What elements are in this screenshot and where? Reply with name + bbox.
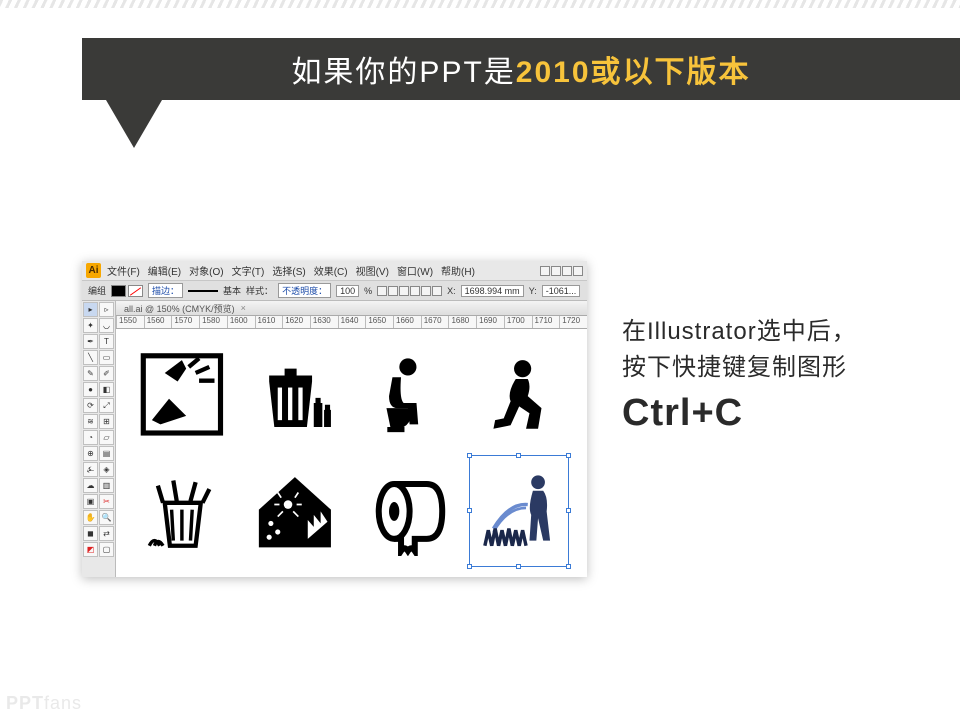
keyboard-shortcut: Ctrl+C	[622, 392, 960, 435]
zoom-tool-icon[interactable]: 🔍	[99, 510, 114, 525]
document-tab-label: all.ai @ 150% (CMYK/预览)	[124, 302, 235, 315]
horizontal-ruler: 1550156015701580160016101620163016401650…	[116, 316, 587, 329]
instruction-line-1: 在Illustrator选中后，	[622, 314, 960, 350]
mesh-tool-icon[interactable]: ⊕	[83, 446, 98, 461]
illustrator-menu-bar: Ai 文件(F) 编辑(E) 对象(O) 文字(T) 选择(S) 效果(C) 视…	[82, 261, 587, 281]
title-highlight: 2010或以下版本	[516, 56, 751, 89]
line-tool-icon[interactable]: ╲	[83, 350, 98, 365]
illustrator-logo-icon: Ai	[86, 263, 101, 278]
wand-tool-icon[interactable]: ✦	[83, 318, 98, 333]
graph-tool-icon[interactable]: ▥	[99, 478, 114, 493]
menu-select[interactable]: 选择(S)	[270, 263, 307, 278]
document-tab[interactable]: all.ai @ 150% (CMYK/预览) ×	[116, 301, 587, 316]
style-label: 样式：	[246, 284, 273, 297]
art-house-spider-icon[interactable]	[241, 456, 348, 567]
hand-tool-icon[interactable]: ✋	[83, 510, 98, 525]
watermark: PPTFans	[6, 693, 82, 714]
direct-select-tool-icon[interactable]: ▹	[99, 302, 114, 317]
align-icons[interactable]	[377, 286, 442, 296]
watermark-brand: PPT	[6, 693, 44, 713]
pencil-tool-icon[interactable]: ✐	[99, 366, 114, 381]
stroke-swatch-icon[interactable]	[128, 285, 143, 297]
art-toilet-paper-icon[interactable]	[355, 456, 462, 567]
perspective-tool-icon[interactable]: ▱	[99, 430, 114, 445]
rotate-tool-icon[interactable]: ⟳	[83, 398, 98, 413]
close-tab-icon[interactable]: ×	[241, 303, 246, 313]
art-trash-bottles-icon[interactable]	[241, 339, 348, 450]
basic-label: 基本	[223, 284, 241, 297]
illustrator-canvas	[116, 329, 587, 577]
blend-tool-icon[interactable]: ◈	[99, 462, 114, 477]
stroke-preview-icon	[188, 290, 218, 292]
slice-tool-icon[interactable]: ✂	[99, 494, 114, 509]
artboard-tool-icon[interactable]: ▣	[83, 494, 98, 509]
percent: %	[364, 286, 372, 296]
eraser-tool-icon[interactable]: ◧	[99, 382, 114, 397]
menu-help[interactable]: 帮助(H)	[439, 263, 477, 278]
lasso-tool-icon[interactable]: ◡	[99, 318, 114, 333]
menu-effect[interactable]: 效果(C)	[312, 263, 350, 278]
eyedropper-tool-icon[interactable]: ⍼	[83, 462, 98, 477]
menu-window[interactable]: 窗口(W)	[395, 263, 435, 278]
pen-tool-icon[interactable]: ✒	[83, 334, 98, 349]
title-bar: 如果你的PPT是2010或以下版本	[82, 38, 960, 100]
illustrator-toolbox[interactable]: ▸▹ ✦◡ ✒T ╲▭ ✎✐ ●◧ ⟳⤢ ≋⊞ ◔▱ ⊕▤ ⍼◈ ☁▥ ▣✂ ✋…	[82, 301, 116, 577]
watermark-suffix: Fans	[44, 693, 82, 713]
title-prefix: 如果你的PPT是	[291, 56, 515, 89]
art-squatting-icon[interactable]	[468, 339, 575, 450]
free-transform-tool-icon[interactable]: ⊞	[99, 414, 114, 429]
color-icon[interactable]: ◩	[83, 542, 98, 557]
title-arrow-icon	[106, 100, 162, 148]
illustrator-screenshot: Ai 文件(F) 编辑(E) 对象(O) 文字(T) 选择(S) 效果(C) 视…	[82, 261, 587, 577]
fill-swatch-icon[interactable]	[111, 285, 126, 297]
stroke-label[interactable]: 描边：	[148, 283, 183, 298]
x-value: 1698.994 mm	[461, 285, 524, 297]
fill-stroke-icon[interactable]: ◼	[83, 526, 98, 541]
y-value: -1061...	[542, 285, 581, 297]
menu-quick-icons	[540, 266, 583, 276]
brush-tool-icon[interactable]: ✎	[83, 366, 98, 381]
illustrator-options-bar: 编组 描边： 基本 样式： 不透明度： 100 % X: 1698.994 mm…	[82, 281, 587, 301]
menu-file[interactable]: 文件(F)	[105, 263, 142, 278]
gradient-tool-icon[interactable]: ▤	[99, 446, 114, 461]
rect-tool-icon[interactable]: ▭	[99, 350, 114, 365]
menu-type[interactable]: 文字(T)	[230, 263, 267, 278]
opacity-label[interactable]: 不透明度：	[278, 283, 331, 298]
instruction-line-2: 按下快捷键复制图形	[622, 350, 960, 386]
y-label: Y:	[529, 286, 537, 296]
shape-builder-tool-icon[interactable]: ◔	[83, 430, 98, 445]
type-tool-icon[interactable]: T	[99, 334, 114, 349]
opacity-value[interactable]: 100	[336, 285, 359, 297]
art-toilet-sitting-icon[interactable]	[355, 339, 462, 450]
screen-mode-icon[interactable]: ▢	[99, 542, 114, 557]
blob-tool-icon[interactable]: ●	[83, 382, 98, 397]
selection-bounding-box[interactable]	[469, 455, 569, 567]
swap-fill-icon[interactable]: ⇄	[99, 526, 114, 541]
menu-edit[interactable]: 编辑(E)	[146, 263, 183, 278]
art-shoe-hand-icon[interactable]	[128, 339, 235, 450]
instruction-block: 在Illustrator选中后， 按下快捷键复制图形 Ctrl+C	[622, 314, 960, 435]
menu-object[interactable]: 对象(O)	[187, 263, 225, 278]
selection-tool-icon[interactable]: ▸	[83, 302, 98, 317]
menu-view[interactable]: 视图(V)	[354, 263, 391, 278]
symbol-tool-icon[interactable]: ☁	[83, 478, 98, 493]
art-trash-peel-icon[interactable]	[128, 456, 235, 567]
scale-tool-icon[interactable]: ⤢	[99, 398, 114, 413]
x-label: X:	[447, 286, 456, 296]
width-tool-icon[interactable]: ≋	[83, 414, 98, 429]
group-label: 编组	[88, 284, 106, 297]
decorative-stripes	[0, 0, 960, 8]
